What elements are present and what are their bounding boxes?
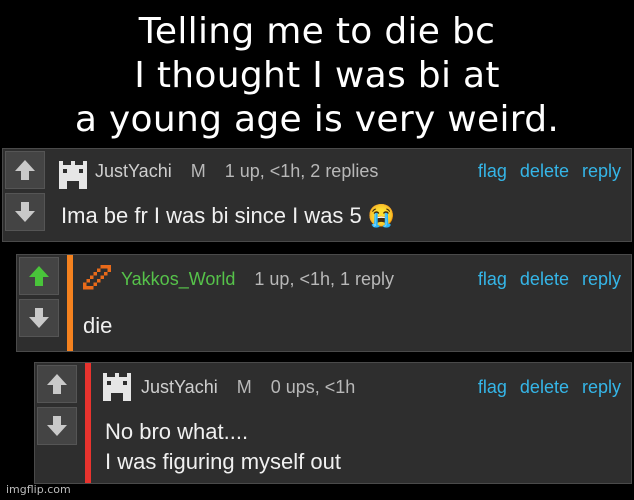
arrow-up-icon — [15, 160, 35, 180]
comment-actions: flag delete reply — [470, 377, 621, 398]
comment-meta: JustYachi M 1 up, <1h, 2 replies — [95, 161, 378, 182]
flag-link[interactable]: flag — [478, 377, 507, 397]
delete-link[interactable]: delete — [520, 161, 569, 181]
comment-stats: 0 ups, <1h — [270, 377, 356, 397]
flag-link[interactable]: flag — [478, 269, 507, 289]
reply-link[interactable]: reply — [582, 161, 621, 181]
reply-link[interactable]: reply — [582, 377, 621, 397]
comment-text: die — [83, 311, 112, 341]
comment-text-line: No bro what.... — [105, 419, 249, 444]
flag-link[interactable]: flag — [478, 161, 507, 181]
comment-text: No bro what.... I was figuring myself ou… — [105, 417, 341, 477]
vote-column — [17, 255, 61, 351]
mod-badge: M — [190, 161, 206, 181]
downvote-button[interactable] — [37, 407, 77, 445]
comment-text: Ima be fr I was bi since I was 5 😭 — [61, 201, 395, 231]
upvote-button[interactable] — [37, 365, 77, 403]
comment-3: JustYachi M 0 ups, <1h flag delete reply… — [34, 362, 632, 484]
upvote-button[interactable] — [5, 151, 45, 189]
watermark: imgflip.com — [6, 483, 71, 496]
arrow-down-icon — [29, 308, 49, 328]
avatar[interactable] — [59, 161, 87, 189]
vote-column — [3, 149, 47, 241]
arrow-down-icon — [15, 202, 35, 222]
vote-column — [35, 363, 79, 483]
comment-2: Yakkos_World 1 up, <1h, 1 reply flag del… — [16, 254, 632, 352]
caption-line-2: I thought I was bi at — [134, 55, 500, 96]
caption-line-3: a young age is very weird. — [74, 99, 560, 140]
upvote-button[interactable] — [19, 257, 59, 295]
comment-actions: flag delete reply — [470, 161, 621, 182]
comment-meta: JustYachi M 0 ups, <1h — [141, 377, 355, 398]
reply-indent-bar — [67, 255, 73, 351]
comment-stats: 1 up, <1h, 2 replies — [224, 161, 379, 181]
comment-text-line: die — [83, 313, 113, 338]
mod-badge: M — [236, 377, 252, 397]
arrow-up-icon — [29, 266, 49, 286]
meme-caption: Telling me to die bc I thought I was bi … — [0, 10, 634, 142]
arrow-up-icon — [47, 374, 67, 394]
comment-1: JustYachi M 1 up, <1h, 2 replies flag de… — [2, 148, 632, 242]
downvote-button[interactable] — [19, 299, 59, 337]
arrow-down-icon — [47, 416, 67, 436]
comment-text-line: Ima be fr I was bi since I was 5 😭 — [61, 203, 396, 228]
comment-text-line: I was figuring myself out — [105, 449, 341, 474]
username-link[interactable]: JustYachi — [141, 377, 218, 397]
comment-stats: 1 up, <1h, 1 reply — [254, 269, 395, 289]
reply-link[interactable]: reply — [582, 269, 621, 289]
username-link[interactable]: Yakkos_World — [121, 269, 235, 289]
reply-indent-bar — [85, 363, 91, 483]
delete-link[interactable]: delete — [520, 377, 569, 397]
comment-meta: Yakkos_World 1 up, <1h, 1 reply — [121, 269, 394, 290]
caption-line-1: Telling me to die bc — [138, 11, 496, 52]
avatar[interactable] — [83, 265, 111, 293]
username-link[interactable]: JustYachi — [95, 161, 172, 181]
avatar[interactable] — [103, 373, 131, 401]
downvote-button[interactable] — [5, 193, 45, 231]
comment-actions: flag delete reply — [470, 269, 621, 290]
delete-link[interactable]: delete — [520, 269, 569, 289]
